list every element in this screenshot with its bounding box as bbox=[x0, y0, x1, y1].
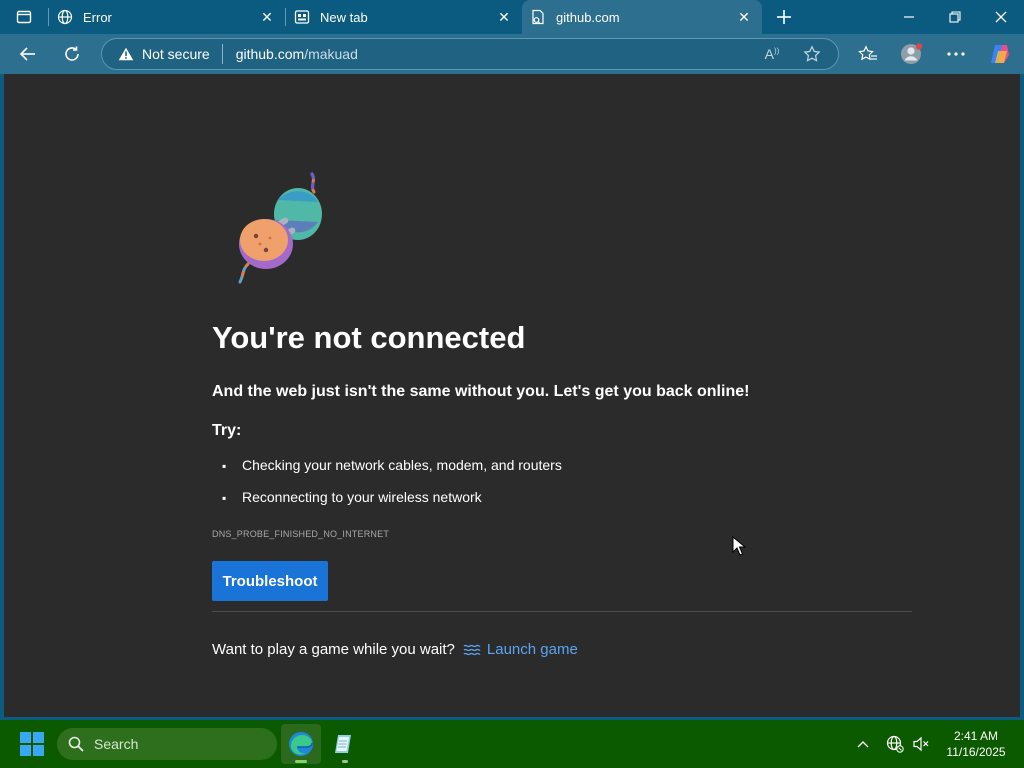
mouse-cursor-icon bbox=[732, 536, 746, 556]
tab-title: github.com bbox=[556, 9, 620, 25]
taskbar-edge[interactable] bbox=[281, 724, 321, 764]
tab-github[interactable]: github.com ✕ bbox=[522, 0, 762, 34]
minimize-button[interactable] bbox=[886, 0, 932, 34]
back-button[interactable] bbox=[6, 36, 50, 72]
refresh-icon bbox=[65, 46, 79, 61]
favorite-button[interactable] bbox=[792, 39, 832, 69]
launch-game-label: Launch game bbox=[486, 641, 578, 658]
read-aloud-icon: A)) bbox=[764, 46, 780, 62]
bullet-icon: ▪ bbox=[222, 459, 227, 473]
address-bar[interactable]: Not secure github.com/makuad A)) bbox=[101, 38, 839, 70]
copilot-icon bbox=[991, 45, 1009, 63]
close-tab-icon[interactable]: ✕ bbox=[259, 9, 275, 25]
plus-icon bbox=[777, 10, 791, 24]
back-arrow-icon bbox=[19, 47, 35, 61]
url-host: github.com bbox=[235, 46, 305, 62]
tab-title: New tab bbox=[320, 9, 368, 25]
suggestions-list: ▪ Checking your network cables, modem, a… bbox=[222, 457, 562, 521]
network-button[interactable] bbox=[882, 724, 908, 764]
show-hidden-icons-button[interactable] bbox=[850, 724, 876, 764]
clock[interactable]: 2:41 AM 11/16/2025 bbox=[938, 728, 1014, 760]
error-code: DNS_PROBE_FINISHED_NO_INTERNET bbox=[212, 529, 390, 539]
read-aloud-button[interactable]: A)) bbox=[752, 39, 792, 69]
restore-button[interactable] bbox=[932, 0, 978, 34]
minimize-icon bbox=[904, 16, 914, 18]
profile-button[interactable] bbox=[890, 36, 934, 72]
close-tab-icon[interactable]: ✕ bbox=[496, 9, 512, 25]
volume-button[interactable] bbox=[908, 724, 934, 764]
avatar-icon bbox=[901, 43, 923, 64]
new-tab-button[interactable] bbox=[762, 0, 806, 34]
address-bar-actions: A)) bbox=[752, 39, 838, 69]
bullet-icon: ▪ bbox=[222, 491, 227, 505]
url-path: /makuad bbox=[304, 46, 358, 62]
edge-icon bbox=[289, 732, 313, 756]
window-controls bbox=[886, 0, 1024, 34]
favorites-button[interactable] bbox=[846, 36, 890, 72]
tab-strip: Error ✕ New tab ✕ github.com ✕ bbox=[0, 0, 1024, 34]
site-info-button[interactable]: Not secure bbox=[102, 44, 223, 64]
newtab-icon bbox=[294, 9, 310, 25]
windows-start-icon[interactable] bbox=[20, 732, 44, 756]
error-page: You're not connected And the web just is… bbox=[4, 74, 1020, 717]
running-indicator bbox=[342, 760, 348, 763]
list-item: ▪ Checking your network cables, modem, a… bbox=[222, 457, 562, 489]
tab-error[interactable]: Error ✕ bbox=[49, 0, 285, 34]
page-offline-icon bbox=[530, 9, 546, 25]
close-icon bbox=[995, 11, 1007, 23]
page-title: You're not connected bbox=[212, 320, 526, 355]
taskbar: Search 2:41 AM 11/16/2025 bbox=[0, 720, 1024, 768]
globe-no-internet-icon bbox=[886, 735, 904, 753]
game-prompt-row: Want to play a game while you wait? Laun… bbox=[212, 641, 578, 658]
active-indicator bbox=[295, 760, 307, 763]
suggestion-text: Reconnecting to your wireless network bbox=[242, 489, 482, 505]
star-icon bbox=[803, 45, 821, 62]
game-prompt: Want to play a game while you wait? bbox=[212, 641, 455, 658]
search-placeholder: Search bbox=[94, 736, 139, 752]
settings-more-button[interactable] bbox=[934, 36, 978, 72]
clock-date: 11/16/2025 bbox=[946, 745, 1006, 759]
toolbar-right bbox=[846, 34, 1022, 74]
search-icon bbox=[68, 736, 84, 752]
tab-new-tab[interactable]: New tab ✕ bbox=[286, 0, 522, 34]
system-tray bbox=[850, 720, 934, 768]
tab-actions-icon bbox=[16, 10, 32, 24]
security-label: Not secure bbox=[142, 46, 210, 62]
notepad-icon bbox=[335, 735, 351, 753]
surf-wave-icon bbox=[463, 644, 481, 655]
troubleshoot-button[interactable]: Troubleshoot bbox=[212, 561, 328, 601]
divider bbox=[212, 611, 912, 612]
launch-game-link[interactable]: Launch game bbox=[463, 641, 578, 658]
suggestion-text: Checking your network cables, modem, and… bbox=[242, 457, 562, 473]
close-window-button[interactable] bbox=[978, 0, 1024, 34]
speaker-muted-icon bbox=[913, 736, 929, 752]
unplugged-cable-illustration bbox=[230, 170, 330, 291]
warning-icon bbox=[118, 47, 134, 61]
taskbar-search[interactable]: Search bbox=[57, 728, 277, 760]
globe-icon bbox=[57, 9, 73, 25]
tab-actions-button[interactable] bbox=[0, 0, 48, 34]
url-text[interactable]: github.com/makuad bbox=[236, 46, 358, 62]
close-tab-icon[interactable]: ✕ bbox=[736, 9, 752, 25]
copilot-button[interactable] bbox=[978, 36, 1022, 72]
chevron-up-icon bbox=[857, 741, 869, 748]
tab-title: Error bbox=[83, 9, 112, 25]
try-label: Try: bbox=[212, 422, 242, 439]
taskbar-notepad[interactable] bbox=[325, 724, 365, 764]
refresh-button[interactable] bbox=[50, 36, 94, 72]
more-icon bbox=[947, 52, 965, 56]
list-item: ▪ Reconnecting to your wireless network bbox=[222, 489, 562, 521]
browser-toolbar: Not secure github.com/makuad A)) bbox=[0, 34, 1024, 74]
favorites-icon bbox=[858, 45, 877, 61]
restore-icon bbox=[949, 11, 961, 23]
clock-time: 2:41 AM bbox=[953, 729, 999, 743]
page-subtitle: And the web just isn't the same without … bbox=[212, 383, 750, 400]
